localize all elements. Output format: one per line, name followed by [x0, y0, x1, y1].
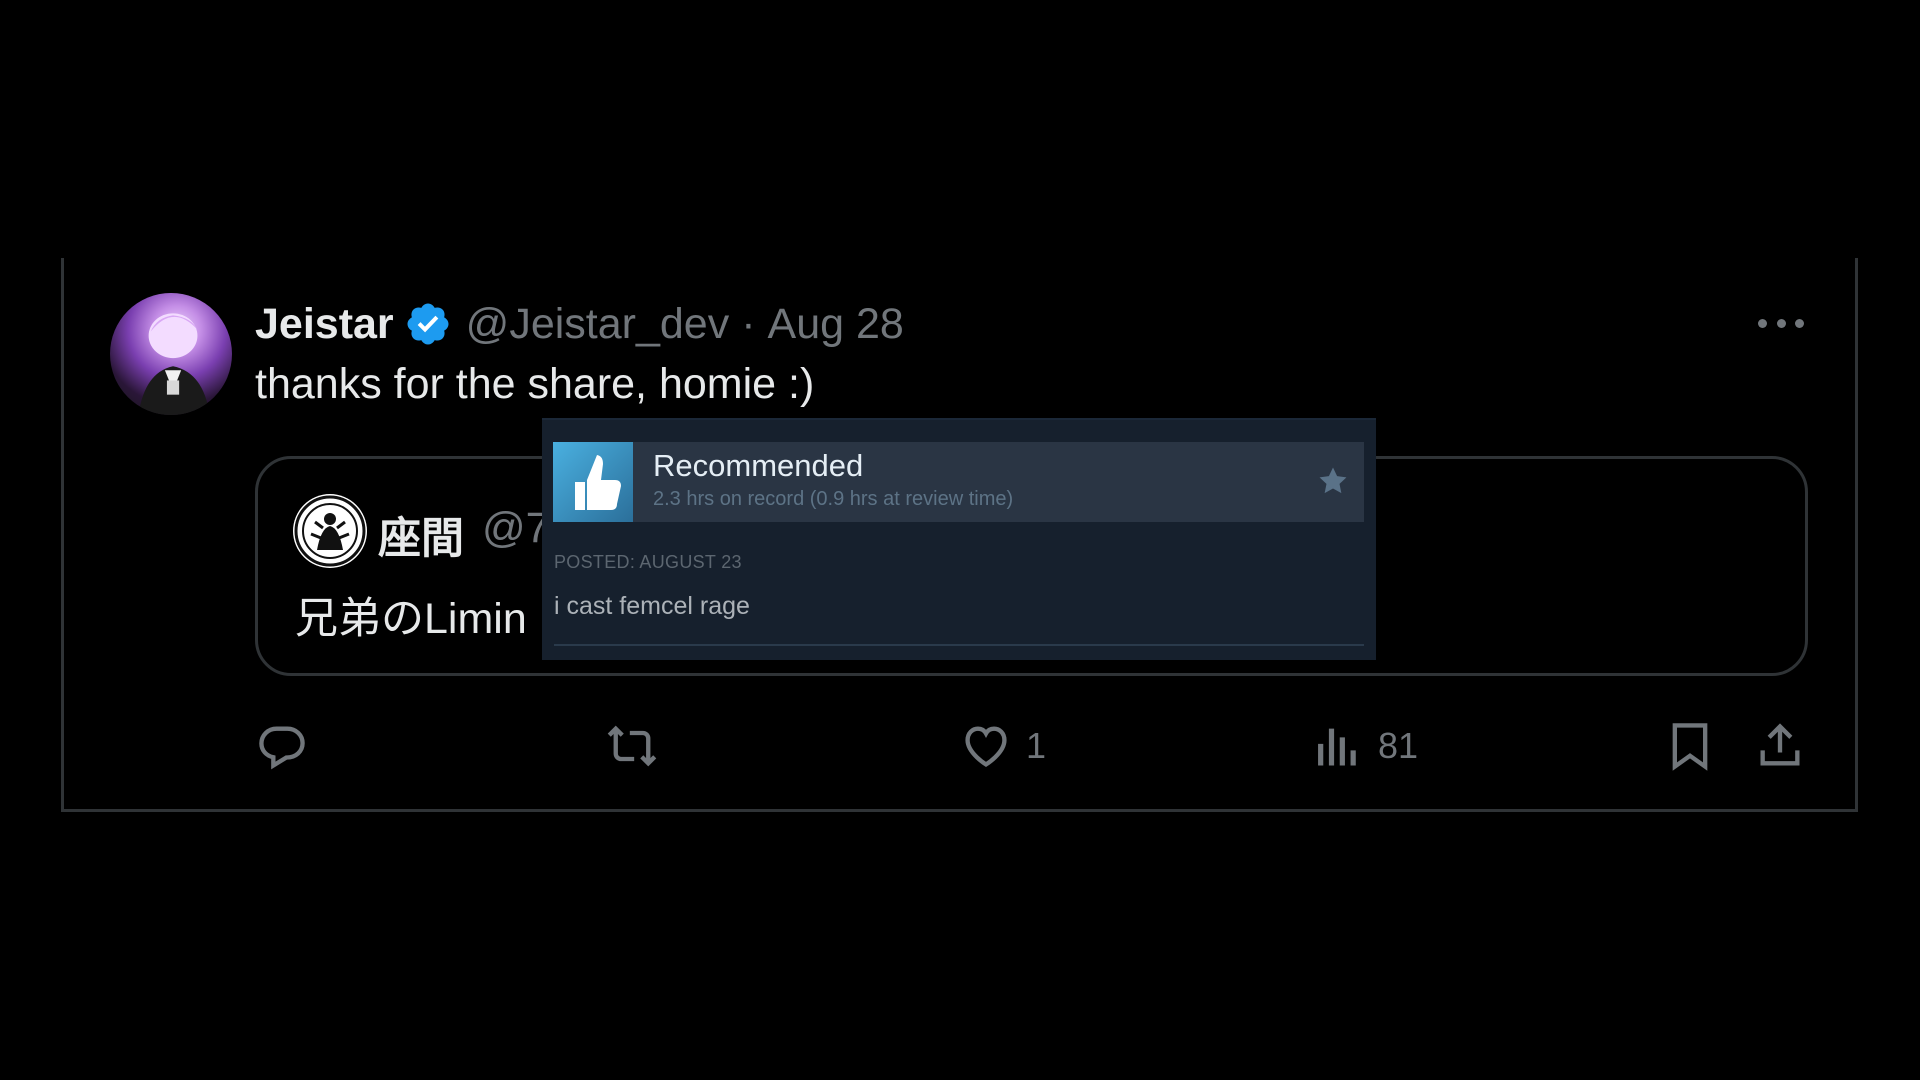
separator: ·: [741, 299, 756, 348]
post-header: Jeistar @Jeistar_dev · Aug 28: [255, 296, 904, 352]
bookmark-icon: [1672, 723, 1708, 771]
post-date[interactable]: Aug 28: [768, 300, 904, 349]
reply-button[interactable]: [256, 718, 308, 774]
review-title: Recommended: [653, 448, 864, 483]
dot: [1758, 318, 1767, 328]
retweet-icon: [607, 725, 657, 767]
share-icon: [1760, 723, 1800, 766]
quoted-display-name: 座間: [378, 515, 464, 563]
handle[interactable]: @Jeistar_dev: [466, 300, 730, 349]
posted-date: POSTED: AUGUST 23: [554, 552, 742, 572]
heart-icon: [965, 726, 1007, 767]
bookmark-button[interactable]: [1664, 718, 1716, 774]
avatar[interactable]: [110, 293, 232, 415]
dot: [1795, 318, 1804, 328]
like-count: 1: [1026, 725, 1047, 766]
share-button[interactable]: [1754, 718, 1806, 774]
thumbs-up-icon: [553, 442, 633, 522]
quoted-handle: @7: [482, 504, 550, 552]
steam-review-popup: Recommended 2.3 hrs on record (0.9 hrs a…: [542, 418, 1376, 660]
reply-icon: [259, 726, 305, 770]
post-text: thanks for the share, homie :): [255, 360, 815, 408]
review-body: i cast femcel rage: [554, 592, 750, 620]
screen: Jeistar @Jeistar_dev · Aug 28 thanks for…: [0, 0, 1920, 1080]
avatar-image: [138, 313, 210, 415]
emblem-icon: [294, 495, 366, 567]
views-button[interactable]: 81: [1312, 718, 1418, 774]
more-options-icon[interactable]: [1758, 316, 1804, 330]
divider: [554, 644, 1364, 646]
retweet-button[interactable]: [606, 718, 658, 774]
quoted-text: 兄弟のLimin: [295, 595, 527, 643]
verified-badge-icon: [407, 303, 449, 345]
quoted-avatar: [293, 494, 367, 568]
review-header: Recommended 2.3 hrs on record (0.9 hrs a…: [553, 442, 1364, 522]
like-button[interactable]: 1: [960, 718, 1046, 774]
views-chart-icon: [1318, 728, 1356, 766]
views-count: 81: [1378, 725, 1419, 766]
display-name[interactable]: Jeistar: [255, 300, 394, 349]
star-icon[interactable]: [1316, 464, 1350, 498]
dot: [1776, 318, 1786, 328]
review-hours: 2.3 hrs on record (0.9 hrs at review tim…: [653, 488, 1014, 510]
